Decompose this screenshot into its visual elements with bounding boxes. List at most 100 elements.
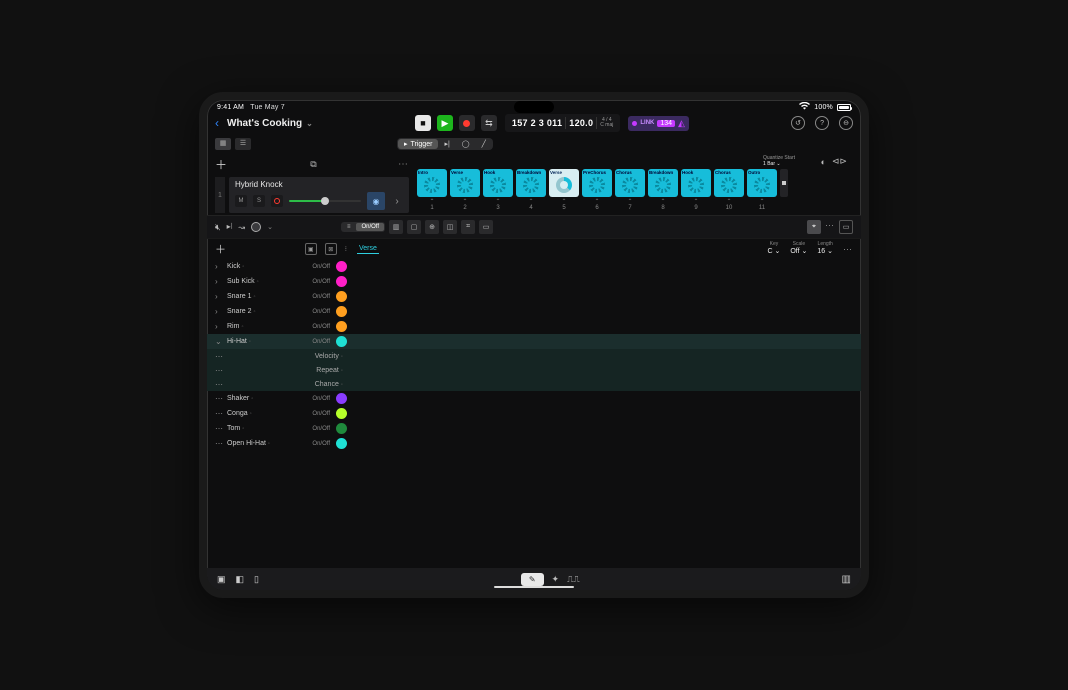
- lane-onoff-label[interactable]: On/Off: [312, 324, 330, 330]
- lane-header[interactable]: ›Sub Kick◦On/Off: [207, 276, 347, 287]
- lane-instrument-icon[interactable]: [336, 423, 347, 434]
- lane-instrument-icon[interactable]: [336, 261, 347, 272]
- trigger-mode-loop[interactable]: ◯: [456, 139, 476, 149]
- param-header[interactable]: ⋯Velocity◦: [207, 352, 347, 361]
- lane-expand-caret[interactable]: ›: [215, 322, 223, 331]
- camera-button[interactable]: ▣: [217, 574, 226, 585]
- lane-instrument-icon[interactable]: [336, 393, 347, 404]
- lane-header[interactable]: ⋯Conga◦On/Off: [207, 408, 347, 419]
- play-button[interactable]: ▶: [437, 115, 453, 131]
- focus-button[interactable]: ⌖: [807, 220, 821, 234]
- lane-onoff-label[interactable]: On/Off: [312, 294, 330, 300]
- settings-button[interactable]: ⊖: [839, 116, 853, 130]
- home-indicator[interactable]: [494, 586, 574, 589]
- track-record-enable[interactable]: [271, 195, 283, 207]
- add-lane-button[interactable]: ＋: [215, 241, 229, 257]
- track-header[interactable]: Hybrid Knock M S ◉ ›: [229, 177, 409, 213]
- lane-instrument-icon[interactable]: [336, 336, 347, 347]
- section-card[interactable]: Hook: [483, 169, 513, 197]
- section-cell[interactable]: Outro⌃11: [747, 169, 777, 211]
- cycle-button[interactable]: ⇆: [481, 115, 497, 131]
- pattern-more-button[interactable]: ⋯: [843, 244, 853, 255]
- tool-b-button[interactable]: ▢: [407, 220, 421, 234]
- section-card[interactable]: Verse: [450, 169, 480, 197]
- lane-header[interactable]: ›Kick◦On/Off: [207, 261, 347, 272]
- tool-d-button[interactable]: ⌗: [461, 220, 475, 234]
- tool-c-button[interactable]: ◫: [443, 220, 457, 234]
- lane-expand-caret[interactable]: ⋯: [215, 394, 223, 403]
- smartcontrols-icon[interactable]: [251, 222, 261, 232]
- duplicate-button[interactable]: ⧉: [310, 159, 316, 170]
- lane-onoff-label[interactable]: On/Off: [312, 441, 330, 447]
- section-card[interactable]: Hook: [681, 169, 711, 197]
- key-param[interactable]: KeyC ⌄: [767, 242, 780, 255]
- trigger-mode-edit[interactable]: ╱: [476, 139, 492, 149]
- section-cell[interactable]: Intro⌃1: [417, 169, 447, 211]
- lane-header[interactable]: ⋯Tom◦On/Off: [207, 423, 347, 434]
- pencil-tool-button[interactable]: ✎: [521, 573, 544, 586]
- wand-tool-button[interactable]: ✦: [552, 574, 560, 585]
- lane-onoff-label[interactable]: On/Off: [312, 339, 330, 345]
- close-panel-button[interactable]: ▭: [839, 220, 853, 234]
- param-more-icon[interactable]: ⋯: [215, 352, 223, 361]
- step-mode-bars-icon[interactable]: ≡: [342, 223, 356, 231]
- lane-header[interactable]: ⌄Hi-Hat◦On/Off: [207, 336, 347, 347]
- section-card[interactable]: Breakdown: [648, 169, 678, 197]
- mute-button[interactable]: M: [235, 195, 247, 207]
- lane-header[interactable]: ⋯Open Hi-Hat◦On/Off: [207, 438, 347, 449]
- step-mode-onoff[interactable]: On/Off: [356, 223, 384, 231]
- lane-instrument-icon[interactable]: [336, 438, 347, 449]
- lane-header[interactable]: ⋯Shaker◦On/Off: [207, 393, 347, 404]
- lane-expand-caret[interactable]: ⋯: [215, 439, 223, 448]
- grid-view-toggle[interactable]: ▦: [215, 138, 231, 150]
- lane-expand-caret[interactable]: ›: [215, 292, 223, 301]
- section-cell[interactable]: Chorus⌃10: [714, 169, 744, 211]
- lane-view-a-button[interactable]: ▣: [305, 243, 317, 255]
- step-mode-segmented[interactable]: ≡ On/Off: [341, 222, 385, 232]
- track-more-button[interactable]: ⋯: [398, 159, 409, 170]
- lane-header[interactable]: ›Snare 2◦On/Off: [207, 306, 347, 317]
- lane-onoff-label[interactable]: On/Off: [312, 396, 330, 402]
- automation-icon[interactable]: ↝: [238, 223, 245, 232]
- tool-add-button[interactable]: ⊕: [425, 220, 439, 234]
- link-panel[interactable]: LINK 134 ◭: [628, 116, 689, 131]
- library-button[interactable]: ▯: [254, 574, 259, 585]
- instrument-icon[interactable]: ◉: [367, 192, 385, 210]
- trigger-mode-segmented[interactable]: ▸ Trigger ▸| ◯ ╱: [397, 138, 493, 150]
- project-dropdown-icon[interactable]: ⌄: [306, 119, 313, 128]
- metronome-icon[interactable]: ◭: [678, 118, 685, 129]
- lane-onoff-label[interactable]: On/Off: [312, 264, 330, 270]
- section-card[interactable]: Verse: [549, 169, 579, 197]
- lane-instrument-icon[interactable]: [336, 408, 347, 419]
- section-card[interactable]: Intro: [417, 169, 447, 197]
- param-more-icon[interactable]: ⋯: [215, 380, 223, 389]
- mixer-tool-button[interactable]: ⎍⎍: [567, 574, 580, 585]
- trigger-mode-trigger[interactable]: ▸ Trigger: [398, 139, 438, 149]
- moon-toggle-icon[interactable]: ◐: [820, 157, 825, 167]
- length-param[interactable]: Length16 ⌄: [817, 242, 833, 255]
- track-detail-button[interactable]: ›: [391, 196, 403, 207]
- section-card[interactable]: Chorus: [615, 169, 645, 197]
- section-cell[interactable]: Verse⌃2: [450, 169, 480, 211]
- quantize-start[interactable]: Quantize Start 1 Bar ⌄: [763, 156, 795, 167]
- record-button[interactable]: [459, 115, 475, 131]
- section-cell[interactable]: Chorus⌃7: [615, 169, 645, 211]
- add-track-button[interactable]: ＋: [215, 156, 229, 173]
- section-cell[interactable]: PreChorus⌃6: [582, 169, 612, 211]
- lane-expand-caret[interactable]: ⋯: [215, 409, 223, 418]
- lane-instrument-icon[interactable]: [336, 321, 347, 332]
- lane-onoff-label[interactable]: On/Off: [312, 426, 330, 432]
- tool-a-button[interactable]: ▥: [389, 220, 403, 234]
- mute-icon[interactable]: 🔇︎: [215, 222, 221, 233]
- section-card[interactable]: Breakdown: [516, 169, 546, 197]
- grid-more-button[interactable]: ⋯: [825, 220, 835, 234]
- list-view-toggle[interactable]: ☰: [235, 138, 251, 150]
- history-button[interactable]: ↺: [791, 116, 805, 130]
- lane-more-icon[interactable]: ⁝: [345, 245, 347, 253]
- lcd-display[interactable]: 157 2 3 011 120.0 4 / 4 C maj: [505, 114, 620, 132]
- section-cell[interactable]: Breakdown⌃4: [516, 169, 546, 211]
- section-card[interactable]: PreChorus: [582, 169, 612, 197]
- param-more-icon[interactable]: ⋯: [215, 366, 223, 375]
- lane-instrument-icon[interactable]: [336, 291, 347, 302]
- section-cell[interactable]: Breakdown⌃8: [648, 169, 678, 211]
